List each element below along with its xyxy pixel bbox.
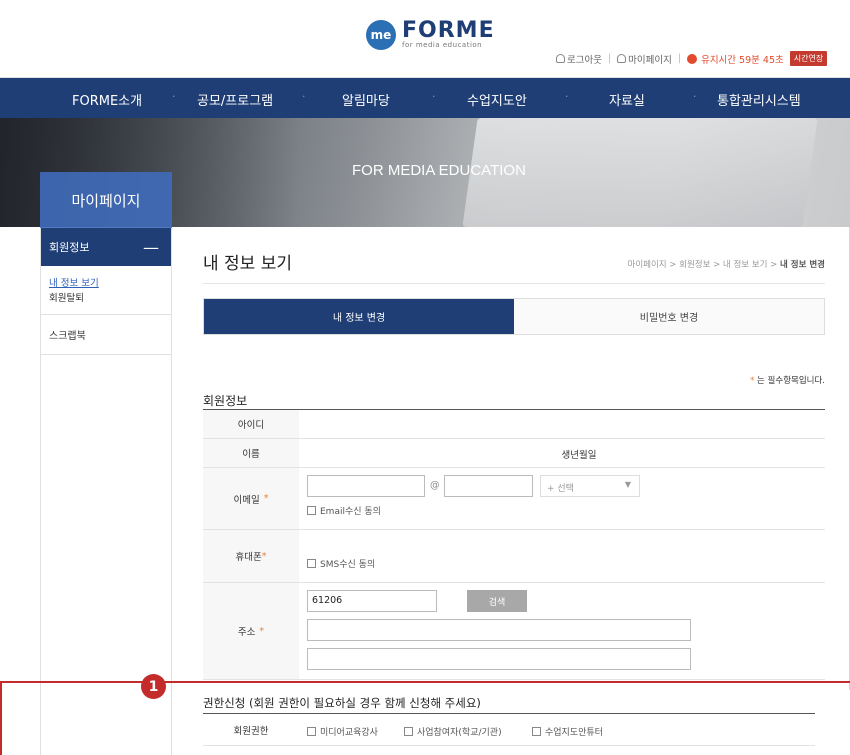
checkbox-icon (307, 559, 316, 568)
address-line2-input[interactable] (307, 648, 691, 670)
field-label-address-wrap: 주소 * (203, 583, 299, 679)
permission-checkbox-instructor[interactable]: 미디어교육강사 (307, 725, 378, 738)
tab-bar: 내 정보 변경 비밀번호 변경 (203, 298, 825, 335)
sms-consent-label: SMS수신 동의 (320, 560, 376, 570)
form-row-address: 주소 * 61206 검색 (203, 583, 825, 680)
chevron-down-icon: ▼ (624, 480, 631, 489)
required-star: * (259, 625, 265, 637)
form-row-email: 이메일 * @ + 선택 ▼ Email수신 동의 (203, 468, 825, 530)
section-title: 회원정보 (203, 394, 248, 408)
form-row-id: 아이디 (203, 410, 825, 439)
hero-title: FOR MEDIA EDUCATION (352, 162, 526, 179)
utility-links: 로그아웃 | 마이페이지 | 유지시간 59분 45초 시간연장 (556, 51, 828, 66)
email-at-sign: @ (430, 480, 440, 491)
section-title-box: 마이페이지 (40, 172, 172, 228)
nav-item-notice[interactable]: 알림마당 (342, 90, 390, 109)
logo-wordmark: FORME for media education (402, 18, 495, 50)
nav-separator: · (302, 90, 306, 103)
main-nav: FORME소개 · 공모/프로그램 · 알림마당 · 수업지도안 · 자료실 ·… (0, 78, 850, 118)
field-label-phone: 휴대폰 (235, 552, 262, 563)
email-local-input[interactable] (307, 475, 425, 497)
email-domain-input[interactable] (444, 475, 533, 497)
required-star: * (261, 550, 267, 562)
field-label-name: 이름 (203, 439, 299, 467)
permission-option-label: 미디어교육강사 (320, 728, 378, 738)
clock-icon (687, 53, 698, 64)
nav-item-contest[interactable]: 공모/프로그램 (197, 90, 273, 109)
page-title: 내 정보 보기 (203, 254, 293, 274)
permission-checkbox-participant[interactable]: 사업참여자(학교/기관) (404, 725, 502, 738)
field-label-permission: 회원권한 (233, 725, 269, 737)
nav-separator: · (432, 90, 436, 103)
divider: | (607, 53, 612, 64)
checkbox-icon (404, 727, 413, 736)
mypage-link[interactable]: 마이페이지 (628, 52, 672, 66)
field-label-birth: 생년월일 (561, 449, 597, 461)
breadcrumb-current: 내 정보 변경 (779, 260, 825, 270)
permission-option-label: 수업지도안튜터 (545, 728, 603, 738)
logout-link[interactable]: 로그아웃 (567, 52, 602, 66)
tab-change-password[interactable]: 비밀번호 변경 (514, 299, 824, 334)
required-note: * 는 필수항목입니다. (750, 374, 825, 386)
permission-title: 권한신청 (회원 권한이 필요하실 경우 함께 신청해 주세요) (203, 696, 481, 710)
site-logo[interactable]: me FORME for media education (366, 20, 495, 50)
checkbox-icon (532, 727, 541, 736)
nav-separator: · (565, 90, 569, 103)
title-divider (203, 283, 825, 284)
sidebar-item-withdraw[interactable]: 회원탈퇴 (49, 291, 171, 306)
sidebar-item-label: 회원정보 (49, 241, 90, 254)
logo-subtitle: for media education (402, 41, 483, 49)
user-icon (617, 54, 627, 63)
field-label-email-wrap: 이메일 * (203, 468, 299, 529)
field-label-email: 이메일 (233, 494, 260, 506)
nav-separator: · (172, 90, 176, 103)
sms-consent-checkbox[interactable]: SMS수신 동의 (307, 557, 375, 570)
address-search-button[interactable]: 검색 (467, 590, 527, 612)
nav-item-admin-system[interactable]: 통합관리시스템 (717, 90, 801, 109)
nav-item-lesson-plan[interactable]: 수업지도안 (467, 90, 527, 109)
permission-option-label: 사업참여자(학교/기관) (417, 728, 502, 738)
sidebar-item-view-info[interactable]: 내 정보 보기 (49, 276, 171, 291)
email-domain-select[interactable]: + 선택 ▼ (540, 475, 640, 497)
sidebar-submenu: 내 정보 보기 회원탈퇴 (41, 266, 171, 315)
logo-title: FORME (402, 18, 495, 43)
nav-separator: · (693, 90, 697, 103)
sidebar-item-member-info[interactable]: 회원정보 — (41, 228, 171, 266)
lock-icon (556, 54, 565, 63)
nav-item-resources[interactable]: 자료실 (609, 90, 645, 109)
address-line1-input[interactable] (307, 619, 691, 641)
field-label-id: 아이디 (203, 410, 299, 438)
email-select-value: + 선택 (547, 484, 574, 494)
site-header: me FORME for media education 로그아웃 | 마이페이… (0, 0, 850, 78)
checkbox-icon (307, 727, 316, 736)
field-label-address: 주소 (237, 627, 256, 638)
extend-session-button[interactable]: 시간연장 (789, 51, 828, 66)
field-label-phone-wrap: 휴대폰 * (203, 530, 299, 582)
required-note-text: 는 필수항목입니다. (754, 376, 825, 386)
required-star: * (263, 493, 269, 504)
divider: | (677, 53, 682, 64)
form-row-phone: 휴대폰 * SMS수신 동의 (203, 530, 825, 583)
tab-edit-info[interactable]: 내 정보 변경 (204, 299, 514, 334)
form-row-name: 이름 생년월일 (203, 439, 825, 468)
email-consent-label: Email수신 동의 (320, 507, 381, 517)
step-badge: 1 (141, 674, 166, 699)
email-consent-checkbox[interactable]: Email수신 동의 (307, 504, 381, 517)
permission-checkbox-tutor[interactable]: 수업지도안튜터 (532, 725, 603, 738)
collapse-icon[interactable]: — (143, 238, 159, 257)
sidebar-item-scrapbook[interactable]: 스크랩북 (41, 315, 171, 355)
breadcrumb: 마이페이지 > 회원정보 > 내 정보 보기 > 내 정보 변경 (628, 258, 826, 270)
checkbox-icon (307, 506, 316, 515)
form-row-permission: 회원권한 미디어교육강사 사업참여자(학교/기관) 수업지도안튜터 (203, 714, 815, 746)
session-timer: 유지시간 59분 45초 (701, 54, 784, 66)
breadcrumb-path: 마이페이지 > 회원정보 > 내 정보 보기 > (627, 260, 780, 270)
page-frame: me FORME for media education 로그아웃 | 마이페이… (0, 0, 850, 755)
logo-mark-icon: me (366, 20, 396, 50)
nav-item-forme-intro[interactable]: FORME소개 (72, 90, 142, 109)
zipcode-input[interactable]: 61206 (307, 590, 437, 612)
